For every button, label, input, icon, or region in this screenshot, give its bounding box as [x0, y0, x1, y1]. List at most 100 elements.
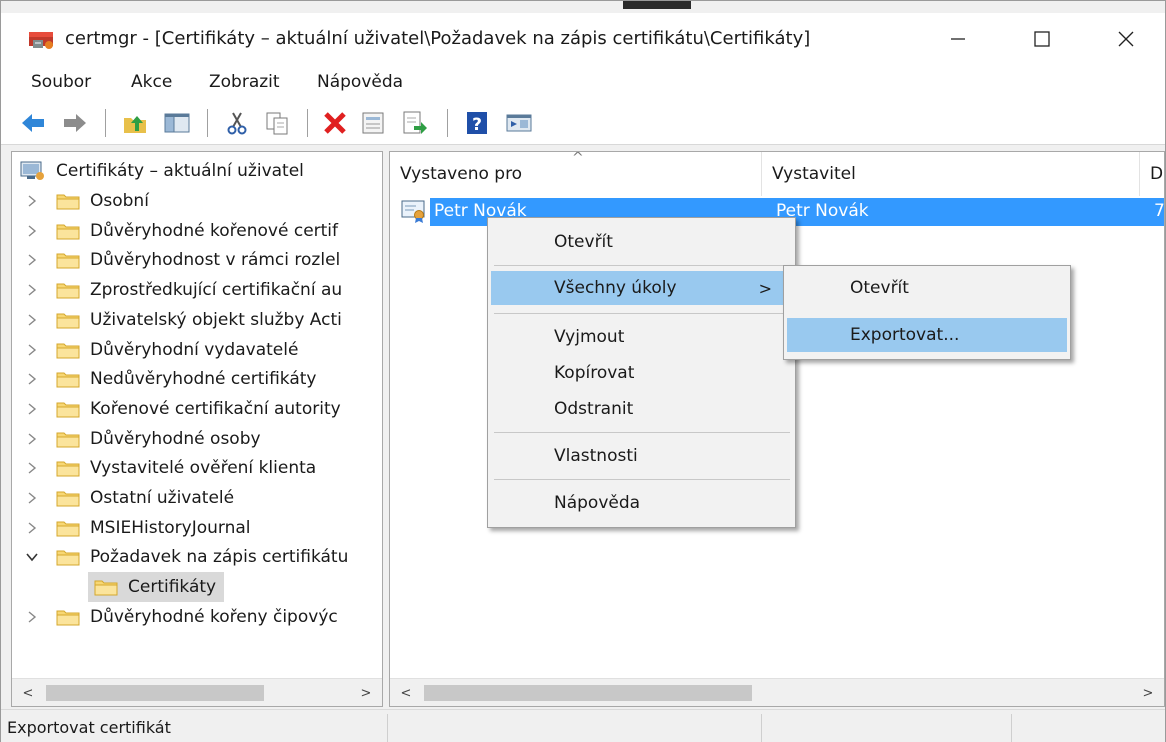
- folder-icon: [94, 580, 118, 596]
- tree-item[interactable]: Nedůvěryhodné certifikáty: [20, 364, 317, 394]
- scroll-right-arrow[interactable]: >: [1138, 683, 1158, 703]
- close-button[interactable]: [1101, 21, 1151, 57]
- scroll-thumb[interactable]: [424, 685, 752, 701]
- submenu-item-export[interactable]: Exportovat...: [787, 318, 1067, 352]
- menu-bar: Soubor Akce Zobrazit Nápověda: [1, 63, 1165, 99]
- toolbar: ?: [1, 99, 1165, 145]
- tree-item-label: Důvěryhodné kořenové certif: [90, 220, 339, 241]
- minimize-button[interactable]: [933, 21, 983, 57]
- properties-icon[interactable]: [359, 109, 387, 137]
- chevron-right-icon[interactable]: [20, 432, 44, 446]
- forward-arrow-icon[interactable]: [61, 109, 89, 137]
- folder-icon: [56, 283, 80, 299]
- tree-item[interactable]: Důvěryhodné osoby: [20, 424, 261, 454]
- column-header-date[interactable]: Da: [1140, 152, 1164, 196]
- title-bar[interactable]: certmgr - [Certifikáty – aktuální uživat…: [1, 13, 1165, 63]
- status-bar: Exportovat certifikát: [1, 709, 1165, 742]
- help-icon[interactable]: ?: [463, 109, 491, 137]
- chevron-down-icon[interactable]: [20, 550, 44, 564]
- toolbar-separator: [105, 109, 106, 137]
- tree-item[interactable]: Uživatelský objekt služby Acti: [20, 305, 342, 335]
- chevron-right-icon[interactable]: [20, 461, 44, 475]
- menu-item-properties[interactable]: Vlastnosti: [491, 439, 792, 473]
- folder-icon: [56, 432, 80, 448]
- chevron-right-icon[interactable]: [20, 343, 44, 357]
- copy-icon[interactable]: [263, 109, 291, 137]
- chevron-right-icon[interactable]: [20, 313, 44, 327]
- status-divider: [761, 714, 762, 742]
- maximize-button[interactable]: [1017, 21, 1067, 57]
- list-horizontal-scrollbar[interactable]: < >: [390, 678, 1164, 706]
- tree-item-label: Osobní: [90, 191, 149, 211]
- tree-horizontal-scrollbar[interactable]: < >: [12, 678, 382, 706]
- chevron-right-icon[interactable]: [20, 521, 44, 535]
- submenu-item-open[interactable]: Otevřít: [787, 271, 1067, 305]
- toolbar-separator: [447, 109, 448, 137]
- status-divider: [1011, 714, 1012, 742]
- window-title: certmgr - [Certifikáty – aktuální uživat…: [65, 28, 811, 49]
- export-list-icon[interactable]: [401, 109, 429, 137]
- tree-item[interactable]: Vystavitelé ověření klienta: [20, 453, 316, 483]
- chevron-right-icon[interactable]: [20, 194, 44, 208]
- menu-zobrazit[interactable]: Zobrazit: [209, 72, 280, 92]
- scroll-left-arrow[interactable]: <: [18, 683, 38, 703]
- folder-icon: [56, 550, 80, 566]
- menu-separator: [494, 432, 790, 433]
- column-header-issued-to[interactable]: ^ Vystaveno pro: [390, 152, 762, 196]
- chevron-right-icon[interactable]: [20, 283, 44, 297]
- tree-root[interactable]: Certifikáty – aktuální uživatel: [20, 156, 304, 186]
- menu-akce[interactable]: Akce: [131, 72, 172, 92]
- menu-separator: [494, 479, 790, 480]
- submenu-all-tasks: Otevřít Exportovat...: [783, 265, 1071, 360]
- tree-item-selected[interactable]: Certifikáty: [88, 572, 225, 603]
- menu-item-help[interactable]: Nápověda: [491, 486, 792, 520]
- tree-item[interactable]: MSIEHistoryJournal: [20, 513, 251, 543]
- back-arrow-icon[interactable]: [19, 109, 47, 137]
- certmgr-window: certmgr - [Certifikáty – aktuální uživat…: [0, 0, 1166, 742]
- show-hide-tree-icon[interactable]: [163, 109, 191, 137]
- column-header-issuer[interactable]: Vystavitel: [762, 152, 1140, 196]
- sort-ascending-icon: ^: [572, 151, 584, 166]
- menu-separator: [494, 313, 790, 314]
- folder-icon: [56, 313, 80, 329]
- tree-item-label: Certifikáty: [128, 577, 217, 598]
- scroll-thumb[interactable]: [46, 685, 264, 701]
- tree-item[interactable]: Důvěryhodní vydavatelé: [20, 335, 298, 365]
- tree-item[interactable]: Kořenové certifikační autority: [20, 394, 341, 424]
- tree-item[interactable]: Důvěryhodnost v rámci rozlel: [20, 245, 340, 275]
- chevron-right-icon[interactable]: [20, 253, 44, 267]
- chevron-right-icon[interactable]: [20, 610, 44, 624]
- tree-item-label: Vystavitelé ověření klienta: [90, 458, 317, 479]
- tree-item[interactable]: Zprostředkující certifikační au: [20, 275, 342, 305]
- chevron-right-icon[interactable]: [20, 402, 44, 416]
- scroll-left-arrow[interactable]: <: [396, 683, 416, 703]
- tree-pane[interactable]: Certifikáty – aktuální uživatel Osobní Dů…: [11, 151, 383, 707]
- tree-item[interactable]: Ostatní uživatelé: [20, 483, 234, 513]
- tree-item[interactable]: Požadavek na zápis certifikátu: [20, 542, 348, 572]
- menu-item-open[interactable]: Otevřít: [491, 225, 792, 259]
- tree-item[interactable]: Důvěryhodné kořeny čipovýc: [20, 602, 338, 632]
- menu-item-delete[interactable]: Odstranit: [491, 392, 792, 426]
- menu-item-all-tasks[interactable]: Všechny úkoly >: [491, 271, 792, 305]
- delete-icon[interactable]: [321, 109, 349, 137]
- tree-item[interactable]: Osobní: [20, 186, 149, 216]
- chevron-right-icon[interactable]: [20, 224, 44, 238]
- menu-napoveda[interactable]: Nápověda: [317, 72, 403, 92]
- tree-item-label: Kořenové certifikační autority: [90, 398, 341, 419]
- tree-item-label: MSIEHistoryJournal: [90, 517, 251, 538]
- menu-soubor[interactable]: Soubor: [31, 72, 91, 92]
- certificate-icon: [401, 200, 425, 223]
- tree-item-label: Důvěryhodné osoby: [90, 428, 261, 449]
- tree-item-label: Zprostředkující certifikační au: [90, 280, 343, 301]
- menu-item-copy[interactable]: Kopírovat: [491, 356, 792, 390]
- tree-item-label: Ostatní uživatelé: [90, 488, 235, 508]
- chevron-right-icon[interactable]: [20, 491, 44, 505]
- tree-item[interactable]: Důvěryhodné kořenové certif: [20, 216, 338, 246]
- close-icon: [1118, 31, 1134, 47]
- cut-icon[interactable]: [223, 109, 251, 137]
- up-folder-icon[interactable]: [121, 109, 149, 137]
- menu-item-cut[interactable]: Vyjmout: [491, 320, 792, 354]
- chevron-right-icon[interactable]: [20, 372, 44, 386]
- scroll-right-arrow[interactable]: >: [356, 683, 376, 703]
- view-icon[interactable]: [505, 109, 533, 137]
